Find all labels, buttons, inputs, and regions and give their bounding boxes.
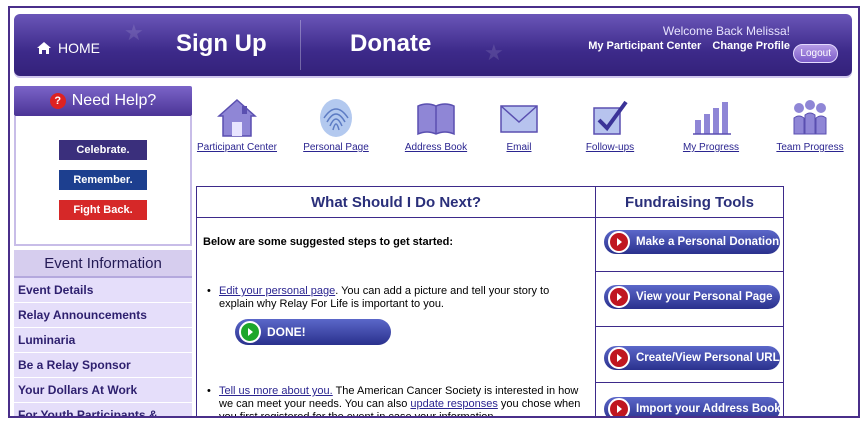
bar-chart-icon (693, 102, 731, 135)
nav-participant-center[interactable]: Participant Center (192, 96, 282, 153)
fundraising-tools-heading: Fundraising Tools (596, 187, 783, 218)
make-donation-button[interactable]: Make a Personal Donation (604, 230, 780, 254)
next-steps-column: What Should I Do Next? Below are some su… (197, 187, 596, 416)
left-sidebar: ? Need Help? Celebrate. Remember. Fight … (14, 86, 192, 416)
change-profile-link[interactable]: Change Profile (712, 40, 790, 52)
nav-email-label[interactable]: Email (494, 142, 544, 153)
house-icon (217, 98, 257, 137)
bullet: • (207, 385, 211, 397)
arrow-right-icon (608, 286, 630, 308)
checkbox-icon (593, 100, 628, 135)
personal-url-button[interactable]: Create/View Personal URL (604, 346, 780, 370)
tool-row: Create/View Personal URL (596, 327, 783, 383)
bullet: • (207, 285, 211, 297)
nav-address-book[interactable]: Address Book (398, 96, 474, 153)
fight-back-badge: Fight Back. (59, 200, 147, 220)
welcome-message: Welcome Back Melissa! (662, 24, 790, 38)
step-tell-us: • Tell us more about you. The American C… (207, 385, 587, 416)
personal-url-label: Create/View Personal URL (636, 352, 780, 364)
event-menu: Event Details Relay Announcements Lumina… (14, 278, 192, 416)
arrow-right-icon (608, 231, 630, 253)
sidebar-item-relay-announcements[interactable]: Relay Announcements (14, 303, 192, 328)
done-label: DONE! (267, 325, 306, 339)
nav-my-progress[interactable]: My Progress (676, 96, 746, 153)
icon-nav: Participant Center Personal Page Address… (190, 96, 850, 166)
nav-address-book-label[interactable]: Address Book (398, 142, 474, 153)
nav-email[interactable]: Email (494, 96, 544, 153)
tell-us-more-link[interactable]: Tell us more about you. (219, 385, 333, 397)
need-help-button[interactable]: ? Need Help? (14, 86, 192, 116)
sidebar-item-relay-sponsor[interactable]: Be a Relay Sponsor (14, 353, 192, 378)
need-help-label: Need Help? (71, 92, 157, 109)
team-icon (793, 100, 827, 135)
nav-personal-page-label[interactable]: Personal Page (296, 142, 376, 153)
sidebar-item-luminaria[interactable]: Luminaria (14, 328, 192, 353)
arrow-right-icon (608, 398, 630, 416)
sidebar-item-youth-participants[interactable]: For Youth Participants & (14, 403, 192, 416)
nav-divider (300, 20, 301, 70)
view-personal-page-label: View your Personal Page (636, 291, 773, 303)
import-address-book-button[interactable]: Import your Address Book (604, 397, 781, 416)
event-information-heading: Event Information (14, 250, 192, 278)
account-links: My Participant Center Change Profile (588, 40, 790, 52)
home-icon (37, 42, 51, 54)
signup-link[interactable]: Sign Up (176, 30, 267, 58)
fundraising-tools-column: Fundraising Tools Make a Personal Donati… (596, 187, 783, 416)
tool-row: Import your Address Book (596, 383, 783, 416)
nav-participant-center-label[interactable]: Participant Center (192, 142, 282, 153)
sidebar-item-dollars-at-work[interactable]: Your Dollars At Work (14, 378, 192, 403)
logout-button[interactable]: Logout (793, 44, 838, 63)
participant-center-link[interactable]: My Participant Center (588, 40, 701, 52)
fingerprint-icon (320, 99, 352, 137)
nav-follow-ups-label[interactable]: Follow-ups (580, 142, 640, 153)
help-icon: ? (49, 93, 66, 109)
import-address-book-label: Import your Address Book (636, 403, 781, 415)
donate-link[interactable]: Donate (350, 30, 431, 58)
tool-row: View your Personal Page (596, 272, 783, 327)
step-edit-page: • Edit your personal page. You can add a… (207, 285, 587, 311)
next-steps-table: What Should I Do Next? Below are some su… (196, 186, 784, 416)
nav-team-progress[interactable]: Team Progress (774, 96, 846, 153)
sidebar-item-event-details[interactable]: Event Details (14, 278, 192, 303)
nav-team-progress-label[interactable]: Team Progress (774, 142, 846, 153)
nav-personal-page[interactable]: Personal Page (296, 96, 376, 153)
envelope-icon (500, 105, 538, 133)
arrow-right-icon (608, 347, 630, 369)
arrow-right-icon (239, 321, 261, 343)
remember-badge: Remember. (59, 170, 147, 190)
nav-follow-ups[interactable]: Follow-ups (580, 96, 640, 153)
page-frame: ★ ★ HOME Sign Up Donate Welcome Back Mel… (8, 6, 860, 418)
celebrate-badge: Celebrate. (59, 140, 147, 160)
star-decoration: ★ (484, 40, 504, 65)
next-steps-intro: Below are some suggested steps to get st… (203, 236, 454, 248)
view-personal-page-button[interactable]: View your Personal Page (604, 285, 780, 309)
make-donation-label: Make a Personal Donation (636, 236, 780, 248)
done-button[interactable]: DONE! (235, 319, 391, 345)
cause-badges: Celebrate. Remember. Fight Back. (14, 116, 192, 246)
welcome-area: Welcome Back Melissa! My Participant Cen… (588, 24, 790, 52)
edit-personal-page-link[interactable]: Edit your personal page (219, 285, 335, 297)
book-icon (417, 103, 455, 136)
nav-my-progress-label[interactable]: My Progress (676, 142, 746, 153)
home-label: HOME (58, 40, 100, 56)
next-steps-heading: What Should I Do Next? (197, 187, 595, 218)
tool-row: Make a Personal Donation (596, 218, 783, 272)
update-responses-link[interactable]: update responses (410, 398, 497, 410)
top-nav-bar: ★ ★ HOME Sign Up Donate Welcome Back Mel… (14, 14, 852, 76)
home-link[interactable]: HOME (22, 36, 186, 60)
